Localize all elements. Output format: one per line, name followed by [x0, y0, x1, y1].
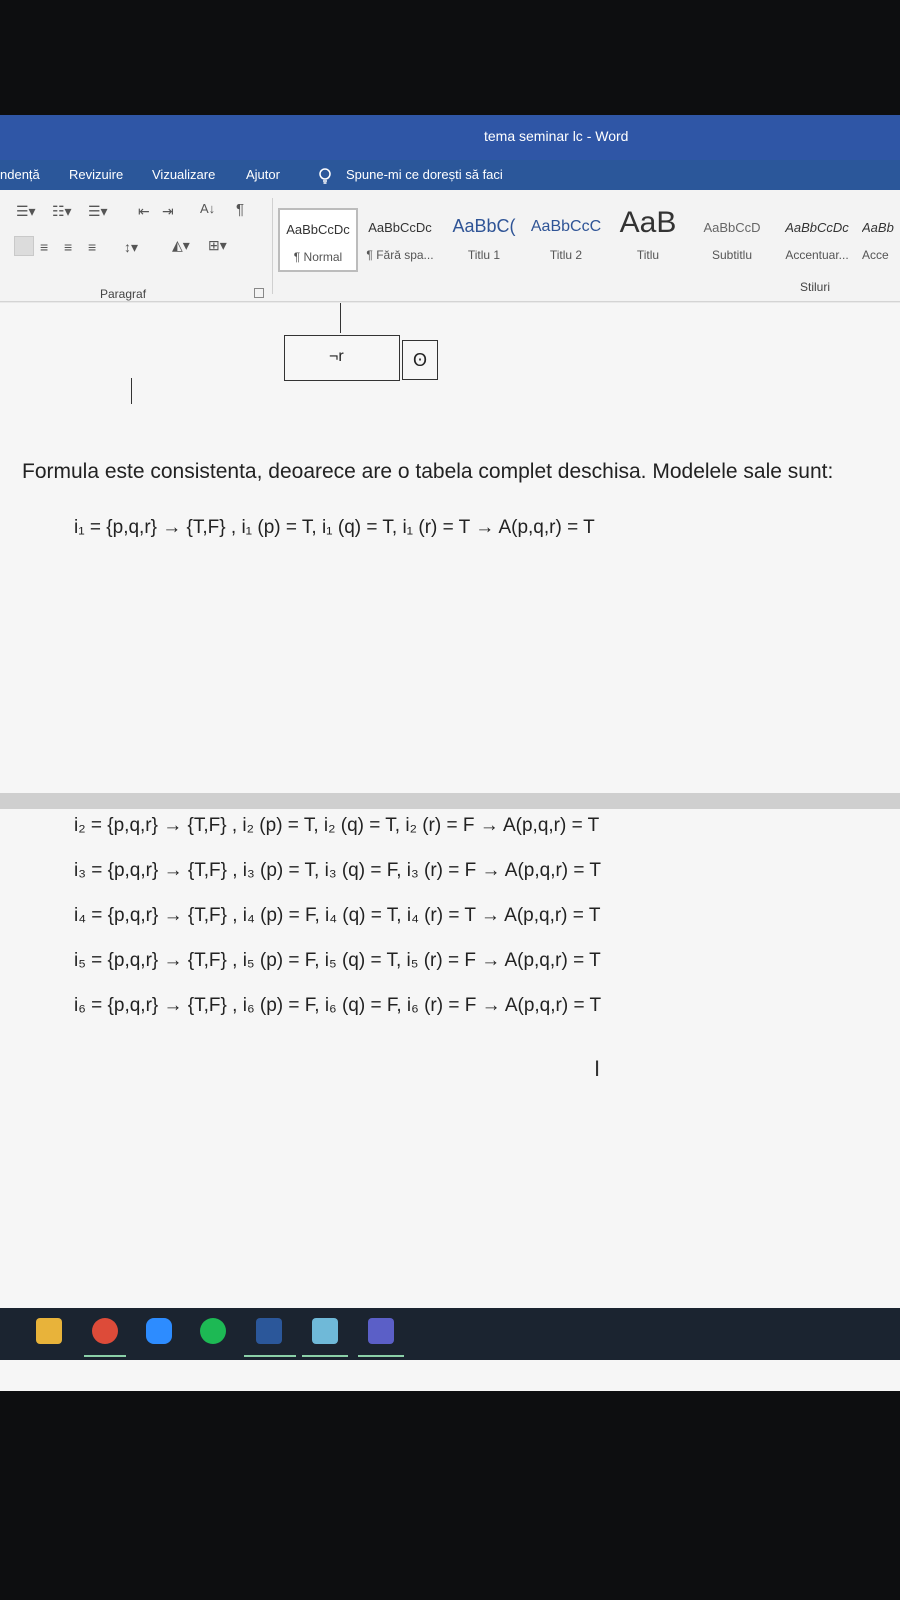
style-more[interactable]: AaBb Acce	[862, 208, 900, 272]
ribbon-tab-bar: ndență Revizuire Vizualizare Ajutor Spun…	[0, 160, 900, 190]
style-normal[interactable]: AaBbCcDc ¶ Normal	[278, 208, 358, 272]
tree-branch-line	[340, 303, 341, 333]
notes-icon[interactable]	[312, 1318, 338, 1344]
running-indicator	[302, 1355, 348, 1357]
model-line[interactable]: i₆ = {p,q,r} → {T,F} , i₆ (p) = F, i₆ (q…	[74, 995, 601, 1017]
title-bar: tema seminar lc - Word	[0, 115, 900, 160]
closed-branch-symbol: ʘ	[413, 350, 428, 370]
zoom-icon[interactable]	[146, 1318, 172, 1344]
model-line[interactable]: i₂ = {p,q,r} → {T,F} , i₂ (p) = T, i₂ (q…	[74, 815, 599, 837]
style-title[interactable]: AaB Titlu	[608, 204, 688, 268]
increase-indent-icon[interactable]: ⇥	[162, 204, 174, 218]
teams-icon[interactable]	[368, 1318, 394, 1344]
page-break-gap	[0, 793, 900, 809]
numbering-icon[interactable]: ☷▾	[52, 204, 72, 218]
spotify-icon[interactable]	[200, 1318, 226, 1344]
model-line[interactable]: i₃ = {p,q,r} → {T,F} , i₃ (p) = T, i₃ (q…	[74, 860, 601, 882]
style-sample: AaB	[619, 206, 677, 239]
lightbulb-icon	[319, 168, 331, 184]
word-icon[interactable]	[256, 1318, 282, 1344]
align-right-icon[interactable]: ≡	[64, 240, 72, 254]
style-heading-2[interactable]: AaBbCcC Titlu 2	[528, 208, 604, 272]
paragraph-dialog-launcher[interactable]	[254, 288, 264, 298]
style-sample: AaBbC(	[452, 216, 516, 236]
style-name: ¶ Normal	[293, 250, 343, 264]
model-line[interactable]: i₅ = {p,q,r} → {T,F} , i₅ (p) = F, i₅ (q…	[74, 950, 601, 972]
style-subtitle[interactable]: AaBbCcD Subtitlu	[692, 208, 772, 272]
running-indicator	[358, 1355, 404, 1357]
group-divider	[272, 198, 273, 294]
style-name: ¶ Fără spa...	[366, 248, 434, 262]
shading-icon[interactable]: ◭▾	[172, 238, 190, 252]
tab-view[interactable]: Vizualizare	[152, 167, 215, 182]
window-title: tema seminar lc - Word	[484, 128, 629, 144]
style-emphasis[interactable]: AaBbCcDc Accentuar...	[776, 208, 858, 272]
style-sample: AaBbCcDc	[785, 220, 849, 235]
tree-node-negation[interactable]: ¬r	[284, 335, 400, 381]
style-name: Acce	[862, 248, 889, 262]
bullets-icon[interactable]: ☰▾	[16, 204, 36, 218]
style-name: Titlu	[636, 248, 660, 262]
style-no-spacing[interactable]: AaBbCcDc ¶ Fără spa...	[360, 208, 440, 272]
styles-group-label: Stiluri	[800, 280, 831, 294]
borders-icon[interactable]: ⊞▾	[208, 238, 227, 252]
style-heading-1[interactable]: AaBbC( Titlu 1	[444, 208, 524, 272]
style-name: Subtitlu	[711, 248, 753, 262]
tab-help[interactable]: Ajutor	[246, 167, 280, 182]
model-line[interactable]: i₁ = {p,q,r} → {T,F} , i₁ (p) = T, i₁ (q…	[74, 517, 595, 539]
tree-node-text: ¬r	[329, 348, 344, 365]
conclusion-paragraph[interactable]: Formula este consistenta, deoarece are o…	[22, 460, 833, 484]
chrome-icon[interactable]	[92, 1318, 118, 1344]
tab-references[interactable]: ndență	[0, 167, 40, 182]
ribbon-home: ☰▾ ☷▾ ☰▾ ⇤ ⇥ A↓ ¶ ≡ ≡ ≡ ↕▾ ◭▾ ⊞▾ Paragra…	[0, 190, 900, 302]
style-sample: AaBbCcDc	[286, 222, 350, 237]
style-sample: AaBb	[862, 220, 894, 235]
running-indicator	[84, 1355, 126, 1357]
sort-icon[interactable]: A↓	[200, 202, 215, 216]
tree-node-closed[interactable]: ʘ	[402, 340, 438, 380]
justify-icon[interactable]: ≡	[88, 240, 96, 254]
tell-me-search[interactable]: Spune-mi ce dorești să faci	[346, 167, 503, 182]
running-indicator	[244, 1355, 296, 1357]
style-sample: AaBbCcC	[530, 218, 602, 235]
paragraph-group-label: Paragraf	[100, 287, 147, 301]
multilevel-list-icon[interactable]: ☰▾	[88, 204, 108, 218]
show-formatting-icon[interactable]: ¶	[236, 202, 244, 217]
align-left-icon[interactable]	[14, 236, 34, 256]
file-explorer-icon[interactable]	[36, 1318, 62, 1344]
style-name: Titlu 1	[467, 248, 501, 262]
document-page[interactable]	[0, 809, 900, 1391]
style-name: Accentuar...	[785, 248, 849, 262]
text-cursor	[131, 378, 132, 404]
model-line[interactable]: i₄ = {p,q,r} → {T,F} , i₄ (p) = F, i₄ (q…	[74, 905, 600, 927]
style-sample: AaBbCcD	[703, 220, 761, 235]
tab-review[interactable]: Revizuire	[69, 167, 123, 182]
ibeam-cursor-icon: I	[594, 1056, 601, 1081]
document-page[interactable]	[0, 303, 900, 793]
line-spacing-icon[interactable]: ↕▾	[124, 240, 138, 254]
align-center-icon[interactable]: ≡	[40, 240, 48, 254]
style-sample: AaBbCcDc	[368, 220, 432, 235]
decrease-indent-icon[interactable]: ⇤	[138, 204, 150, 218]
style-name: Titlu 2	[549, 248, 583, 262]
taskbar	[0, 1308, 900, 1360]
word-window: tema seminar lc - Word ndență Revizuire …	[0, 115, 900, 1391]
